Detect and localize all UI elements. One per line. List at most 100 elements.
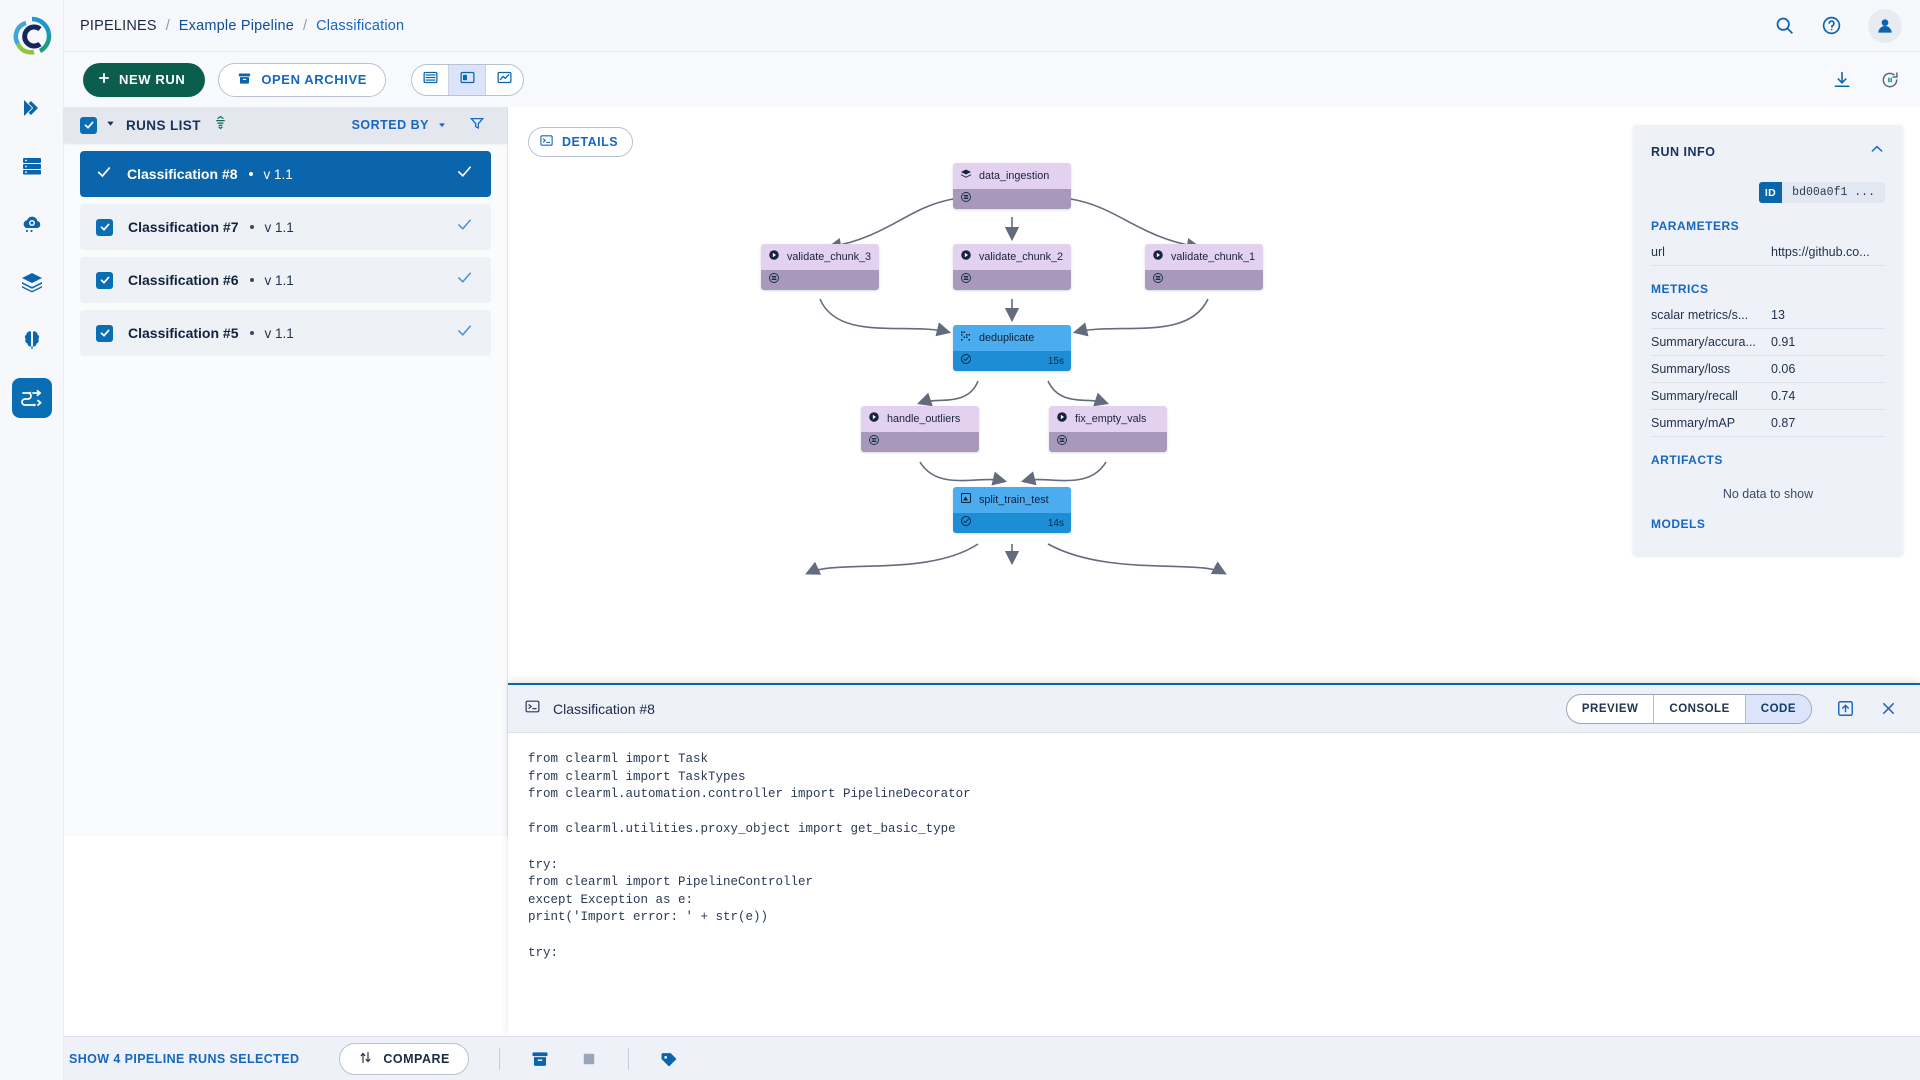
auto-refresh-icon[interactable]: [1880, 70, 1900, 90]
sorted-by-control[interactable]: SORTED BY: [352, 118, 447, 132]
metric-value: 0.91: [1771, 335, 1796, 349]
stop-square-icon[interactable]: [580, 1050, 598, 1068]
archive-box-icon: [237, 71, 252, 89]
table-rows-icon: [422, 69, 439, 91]
node-label: validate_chunk_1: [1171, 251, 1256, 263]
clearml-logo[interactable]: [4, 8, 60, 64]
view-toggle-split[interactable]: [449, 64, 486, 95]
run-list-item[interactable]: Classification #5 v 1.1: [80, 310, 491, 356]
deduplicate-icon: [960, 329, 972, 347]
sort-icon[interactable]: [213, 115, 228, 135]
breadcrumb-separator: /: [165, 17, 170, 34]
tab-console[interactable]: CONSOLE: [1654, 694, 1746, 723]
pipeline-node-validate-chunk-3[interactable]: validate_chunk_3: [761, 244, 879, 290]
run-checkbox-selected[interactable]: [96, 164, 112, 185]
user-avatar-icon[interactable]: [1868, 8, 1902, 43]
run-arrow-icon: [768, 248, 780, 266]
toolbar-divider: [498, 1047, 500, 1070]
maximize-icon[interactable]: [1836, 699, 1855, 718]
breadcrumb-example-pipeline[interactable]: Example Pipeline: [179, 18, 294, 34]
compare-button[interactable]: COMPARE: [339, 1042, 469, 1075]
breadcrumb-separator: /: [303, 17, 308, 34]
filter-icon[interactable]: [469, 115, 485, 136]
metric-key: Summary/mAP: [1651, 416, 1736, 430]
sidebar-item-autoscalers[interactable]: [12, 204, 52, 244]
view-toggle-table[interactable]: [412, 64, 449, 95]
parameter-row: url https://github.co...: [1651, 239, 1885, 266]
panel-split-icon: [459, 69, 476, 91]
artifacts-section-title: ARTIFACTS: [1651, 453, 1723, 467]
sidebar-item-pipelines[interactable]: [11, 378, 52, 418]
run-info-title: RUN INFO: [1651, 144, 1716, 159]
close-icon[interactable]: [1879, 699, 1898, 718]
plus-icon: [97, 71, 111, 88]
run-checkbox[interactable]: [96, 271, 113, 289]
parameter-key: url: [1651, 245, 1665, 259]
run-list-item[interactable]: Classification #6 v 1.1: [80, 257, 491, 303]
server-rack-icon: [20, 154, 44, 178]
pipeline-node-validate-chunk-2[interactable]: validate_chunk_2: [953, 244, 1071, 290]
tab-code[interactable]: CODE: [1745, 694, 1811, 723]
run-list-item[interactable]: Classification #7 v 1.1: [80, 204, 491, 250]
selection-summary[interactable]: SHOW 4 PIPELINE RUNS SELECTED: [69, 1052, 299, 1066]
pipeline-node-split-train-test[interactable]: split_train_test 14s: [953, 487, 1071, 533]
metric-key: Summary/loss: [1651, 362, 1731, 376]
brain-icon: [20, 328, 44, 352]
run-id-value: bd00a0f1 ...: [1792, 186, 1875, 199]
node-status-queued-icon: [1152, 271, 1164, 289]
line-chart-icon: [496, 69, 513, 91]
run-name: Classification #8: [127, 166, 238, 182]
breadcrumb-classification[interactable]: Classification: [316, 18, 404, 34]
breadcrumb-pipelines[interactable]: PIPELINES: [80, 18, 157, 34]
node-label: handle_outliers: [887, 413, 961, 425]
metric-row: scalar metrics/s... 13: [1651, 302, 1885, 329]
run-id-tag: ID: [1758, 182, 1783, 203]
tab-preview[interactable]: PREVIEW: [1567, 694, 1655, 723]
metric-value: 13: [1771, 308, 1785, 322]
view-toggle-chart[interactable]: [486, 65, 523, 95]
node-label: validate_chunk_2: [979, 251, 1064, 263]
run-checkbox[interactable]: [96, 324, 113, 342]
select-all-checkbox[interactable]: [80, 116, 97, 134]
node-status-completed-icon: [960, 514, 972, 532]
new-run-button[interactable]: NEW RUN: [83, 62, 206, 97]
archive-box-icon[interactable]: [530, 1049, 550, 1069]
run-id-pill[interactable]: ID bd00a0f1 ...: [1758, 182, 1885, 203]
pipeline-node-data-ingestion[interactable]: data_ingestion: [953, 163, 1071, 209]
sidebar-item-projects[interactable]: [12, 88, 52, 128]
breadcrumb: PIPELINES / Example Pipeline / Classific…: [80, 18, 404, 34]
split-icon: [960, 491, 972, 509]
pipeline-node-handle-outliers[interactable]: handle_outliers: [861, 406, 979, 452]
sidebar-item-workers[interactable]: [12, 146, 52, 186]
run-checkbox[interactable]: [96, 218, 113, 236]
sidebar-item-datasets[interactable]: [12, 262, 52, 302]
tag-icon[interactable]: [659, 1049, 679, 1069]
search-icon[interactable]: [1774, 15, 1795, 36]
run-status-check-icon: [456, 163, 473, 185]
layers-icon: [20, 270, 44, 294]
metric-key: scalar metrics/s...: [1651, 308, 1749, 322]
open-archive-button[interactable]: OPEN ARCHIVE: [218, 62, 386, 97]
caret-down-icon[interactable]: [105, 116, 116, 134]
run-list-item[interactable]: Classification #8 v 1.1: [80, 151, 491, 197]
node-label: data_ingestion: [979, 170, 1050, 182]
code-panel-header: Classification #8 PREVIEW CONSOLE CODE: [508, 685, 1920, 733]
bottom-action-bar: SHOW 4 PIPELINE RUNS SELECTED COMPARE: [64, 1036, 1920, 1080]
terminal-icon: [524, 698, 541, 720]
chevron-up-icon[interactable]: [1869, 141, 1885, 162]
run-separator-dot: [249, 331, 254, 335]
dataset-stack-icon: [960, 167, 972, 185]
help-circle-icon[interactable]: [1821, 15, 1842, 36]
pipeline-node-fix-empty-vals[interactable]: fix_empty_vals: [1049, 406, 1167, 452]
node-label: split_train_test: [979, 494, 1049, 506]
pipeline-node-deduplicate[interactable]: deduplicate 15s: [953, 325, 1071, 371]
left-nav-rail: [0, 0, 64, 1080]
top-header: PIPELINES / Example Pipeline / Classific…: [64, 0, 1920, 52]
code-content: from clearml import Task from clearml im…: [528, 752, 971, 960]
run-version: v 1.1: [263, 166, 293, 182]
pipeline-node-validate-chunk-1[interactable]: validate_chunk_1: [1145, 244, 1263, 290]
code-panel: Classification #8 PREVIEW CONSOLE CODE f…: [508, 683, 1920, 1036]
node-label: deduplicate: [979, 332, 1035, 344]
sidebar-item-models[interactable]: [12, 320, 52, 360]
download-icon[interactable]: [1832, 70, 1852, 90]
